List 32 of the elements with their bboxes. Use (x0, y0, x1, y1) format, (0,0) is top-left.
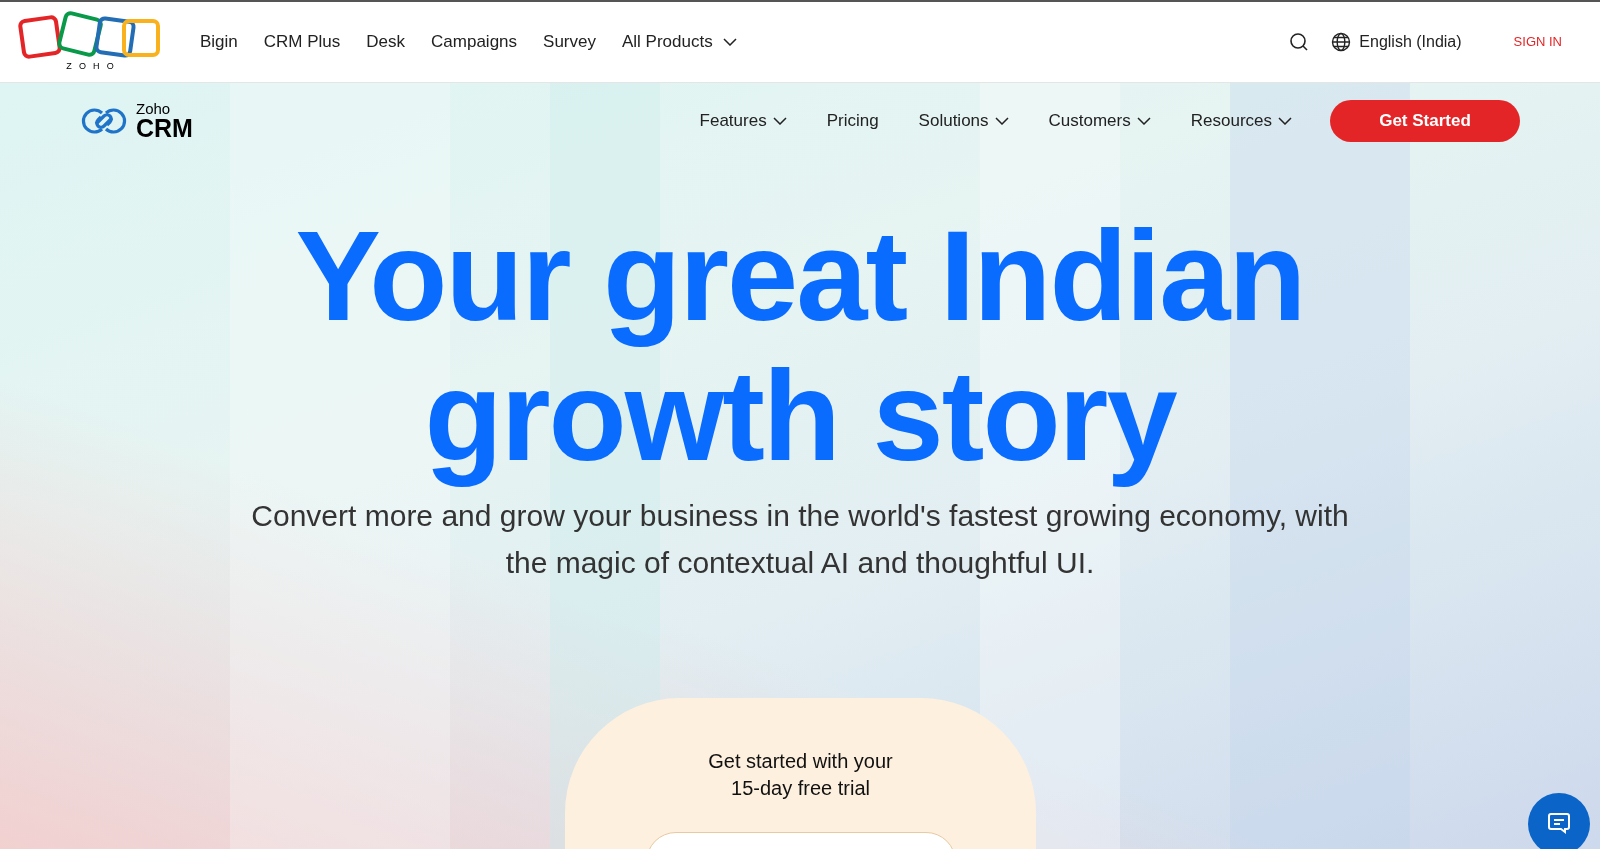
product-link[interactable]: Campaigns (431, 29, 518, 55)
nav-link[interactable]: Features (699, 108, 787, 134)
chat-icon (1547, 812, 1571, 834)
nav-link[interactable]: Pricing (826, 108, 879, 134)
brand-name: CRM (136, 116, 193, 141)
brand-small: Zoho (136, 101, 172, 116)
product-link[interactable]: Bigin (200, 29, 238, 55)
product-link[interactable]: Desk (366, 29, 406, 55)
caret-icon (722, 38, 737, 46)
caret-icon (772, 117, 787, 125)
caret-icon (1136, 117, 1151, 125)
caret-icon (994, 117, 1009, 125)
nav-link[interactable]: Customers (1048, 108, 1151, 134)
hero-subtitle: Convert more and grow your business in the world's fastest growing economy, with the magic of contextual AI and thoughtful UI. (250, 498, 1350, 581)
chat-button[interactable] (1528, 793, 1590, 849)
product-link[interactable]: Survey (543, 29, 596, 55)
signup-title: Get started with your 15-day free trial (708, 749, 893, 801)
logo-wordmark: ZOHO (65, 60, 121, 74)
language-selector[interactable]: English (India) (1359, 30, 1462, 54)
hero-heading: Your great Indian growth story (295, 206, 1305, 486)
globe-icon[interactable] (1331, 32, 1352, 52)
product-link[interactable]: CRM Plus (263, 29, 341, 55)
product-link[interactable]: All Products (622, 29, 737, 55)
nav-link[interactable]: Resources (1190, 108, 1292, 134)
caret-icon (1278, 117, 1292, 125)
zoho-logo[interactable]: ZOHO (18, 10, 162, 74)
get-started-button[interactable]: Get Started (1330, 100, 1520, 142)
nav-link[interactable]: Solutions (918, 108, 1009, 134)
sign-in-link[interactable]: SIGN IN (1513, 32, 1562, 52)
search-icon[interactable] (1289, 32, 1310, 52)
zoho-crm-logo[interactable]: Zoho CRM (80, 101, 193, 141)
crm-logo-icon (80, 105, 128, 137)
